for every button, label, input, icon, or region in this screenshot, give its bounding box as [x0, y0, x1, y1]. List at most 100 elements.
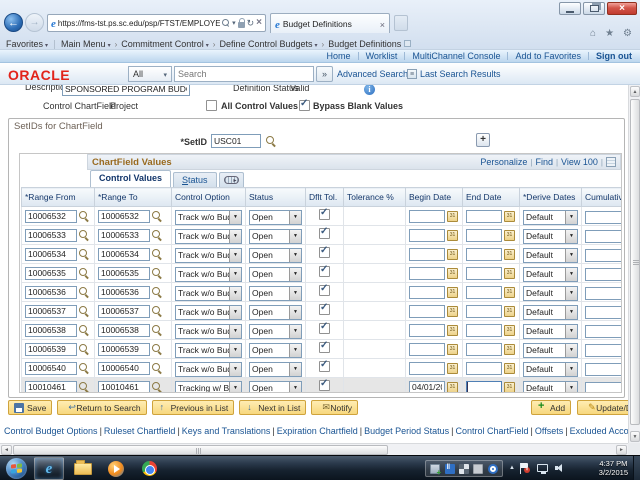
derive-dates-select[interactable]: Default [523, 286, 578, 301]
derive-dates-select[interactable]: Default [523, 362, 578, 377]
gear-icon[interactable] [623, 29, 632, 39]
address-bar[interactable]: https://fms-tst.ps.sc.edu/psp/FTST/EMPLO… [47, 14, 266, 32]
cumulative-input[interactable] [585, 363, 622, 376]
calendar-icon[interactable] [504, 268, 515, 279]
breadcrumb-item[interactable]: Define Control Budgets [219, 39, 317, 49]
dflt-tol-checkbox[interactable] [319, 361, 330, 372]
back-button[interactable] [4, 13, 23, 32]
volume-icon[interactable] [555, 464, 566, 473]
notify-button[interactable]: Notify [311, 400, 358, 415]
sign-out-link[interactable]: Sign out [596, 51, 632, 61]
show-all-columns-icon[interactable] [219, 172, 244, 187]
lookup-icon[interactable] [79, 230, 89, 240]
last-search-link[interactable]: Last Search Results [420, 69, 501, 79]
lookup-icon[interactable] [152, 249, 162, 259]
next-button[interactable]: Next in List [239, 400, 306, 415]
lookup-icon[interactable] [152, 325, 162, 335]
info-icon[interactable] [364, 85, 375, 95]
dflt-tol-checkbox[interactable] [319, 209, 330, 220]
control-option-select[interactable]: Track w/o Budg [175, 210, 242, 225]
all-control-values-checkbox[interactable] [206, 100, 217, 111]
cumulative-input[interactable] [585, 325, 622, 338]
range-to-input[interactable] [98, 305, 150, 318]
range-to-input[interactable] [98, 229, 150, 242]
begin-date-input[interactable] [409, 248, 445, 261]
taskbar-explorer-button[interactable] [68, 457, 98, 480]
status-select[interactable]: Open [249, 286, 302, 301]
tab-close-icon[interactable] [380, 15, 385, 33]
breadcrumb-item[interactable]: Main Menu [61, 39, 111, 49]
derive-dates-select[interactable]: Default [523, 343, 578, 358]
begin-date-input[interactable] [409, 210, 445, 223]
lookup-icon[interactable] [152, 363, 162, 373]
control-option-select[interactable]: Track w/o Budg [175, 362, 242, 377]
cumulative-input[interactable] [585, 230, 622, 243]
bypass-blank-values-checkbox[interactable] [299, 100, 310, 111]
tray-app-icon[interactable] [473, 464, 483, 474]
column-header[interactable]: *Derive Dates [520, 188, 582, 207]
begin-date-input[interactable] [409, 229, 445, 242]
minimize-button[interactable] [559, 2, 581, 15]
range-from-input[interactable] [25, 343, 77, 356]
range-to-input[interactable] [98, 381, 150, 394]
end-date-input[interactable] [466, 286, 502, 299]
control-option-select[interactable]: Track w/o Budg [175, 305, 242, 320]
begin-date-input[interactable] [409, 381, 445, 394]
setid-input[interactable] [211, 134, 261, 148]
home-icon[interactable] [590, 29, 596, 39]
column-header[interactable]: Control Option [172, 188, 246, 207]
new-tab-button[interactable] [394, 15, 408, 31]
calendar-icon[interactable] [447, 249, 458, 260]
favorites-star-icon[interactable] [605, 29, 614, 39]
calendar-icon[interactable] [447, 230, 458, 241]
download-icon[interactable] [606, 157, 616, 167]
derive-dates-select[interactable]: Default [523, 229, 578, 244]
status-select[interactable]: Open [249, 248, 302, 263]
tray-app-icon[interactable] [430, 464, 440, 474]
range-to-input[interactable] [98, 362, 150, 375]
lookup-icon[interactable] [266, 136, 276, 146]
range-from-input[interactable] [25, 210, 77, 223]
calendar-icon[interactable] [447, 344, 458, 355]
dflt-tol-checkbox[interactable] [319, 342, 330, 353]
grid-tab[interactable]: Control Values [90, 170, 171, 187]
calendar-icon[interactable] [447, 211, 458, 222]
lookup-icon[interactable] [79, 363, 89, 373]
advanced-search-link[interactable]: Advanced Search [337, 69, 408, 79]
column-header[interactable]: Status [246, 188, 306, 207]
dflt-tol-checkbox[interactable] [319, 247, 330, 258]
lookup-icon[interactable] [79, 344, 89, 354]
range-to-input[interactable] [98, 210, 150, 223]
status-select[interactable]: Open [249, 343, 302, 358]
range-to-input[interactable] [98, 286, 150, 299]
taskbar-media-player-button[interactable] [101, 457, 131, 480]
grid-tab[interactable]: Status [173, 172, 217, 187]
lookup-icon[interactable] [152, 382, 162, 392]
lookup-icon[interactable] [152, 287, 162, 297]
calendar-icon[interactable] [447, 306, 458, 317]
derive-dates-select[interactable]: Default [523, 267, 578, 282]
portal-link[interactable]: MultiChannel Console [412, 51, 500, 61]
taskbar-clock[interactable]: 4:37 PM 3/2/2015 [599, 459, 628, 477]
show-desktop-button[interactable] [633, 456, 640, 480]
scroll-right-icon[interactable] [616, 445, 627, 455]
column-header[interactable]: End Date [463, 188, 520, 207]
lookup-icon[interactable] [152, 344, 162, 354]
taskbar-chrome-button[interactable] [134, 457, 164, 480]
derive-dates-select[interactable]: Default [523, 324, 578, 339]
search-input[interactable] [174, 66, 314, 82]
restore-button[interactable] [583, 2, 605, 15]
status-select[interactable]: Open [249, 305, 302, 320]
begin-date-input[interactable] [409, 286, 445, 299]
search-submit-button[interactable] [316, 66, 333, 82]
column-header[interactable]: Begin Date [406, 188, 463, 207]
calendar-icon[interactable] [447, 382, 458, 393]
end-date-input[interactable] [466, 267, 502, 280]
start-button[interactable] [6, 458, 27, 479]
begin-date-input[interactable] [409, 324, 445, 337]
forward-button[interactable] [25, 13, 44, 32]
range-from-input[interactable] [25, 305, 77, 318]
lookup-icon[interactable] [79, 249, 89, 259]
calendar-icon[interactable] [504, 230, 515, 241]
calendar-icon[interactable] [504, 306, 515, 317]
